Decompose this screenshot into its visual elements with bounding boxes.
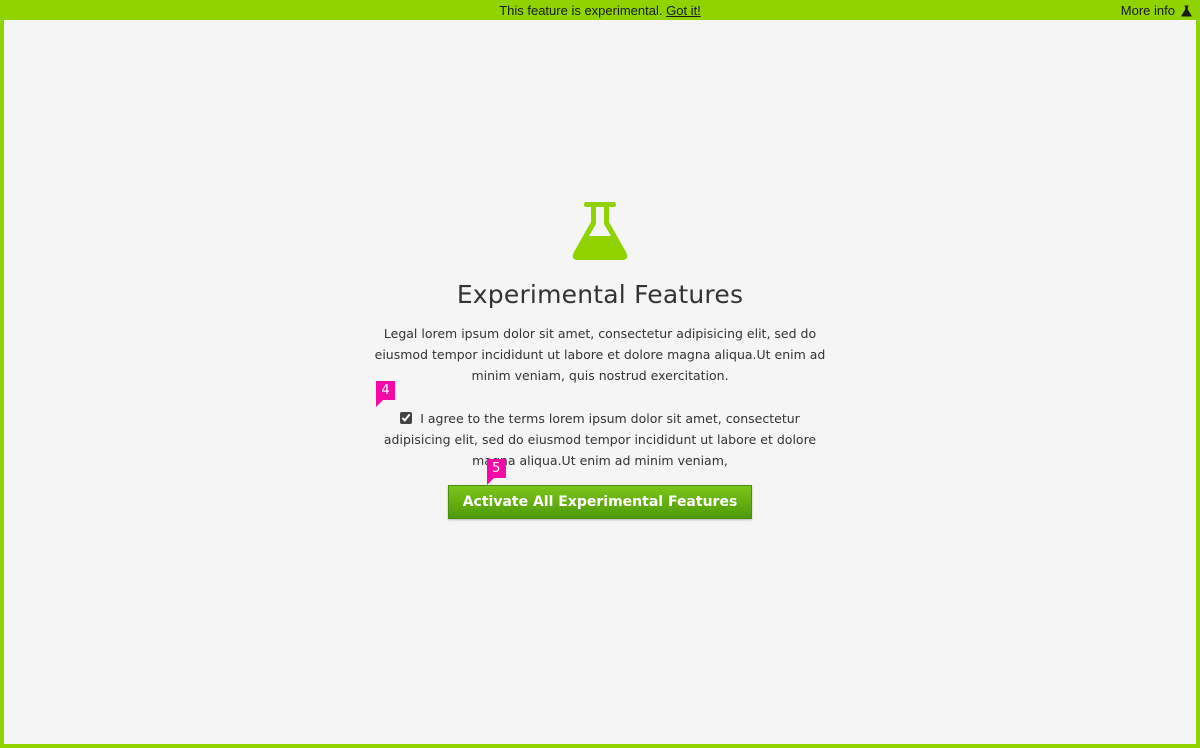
agree-terms-row: 4 I agree to the terms lorem ipsum dolor… bbox=[365, 381, 835, 471]
got-it-link[interactable]: Got it! bbox=[666, 3, 701, 18]
activate-all-button[interactable]: Activate All Experimental Features bbox=[447, 485, 753, 519]
legal-text: Legal lorem ipsum dolor sit amet, consec… bbox=[374, 326, 826, 383]
marker-number: 5 bbox=[492, 461, 501, 476]
annotation-marker-5: 5 bbox=[486, 459, 506, 485]
flask-icon bbox=[1181, 5, 1192, 16]
banner-message-row: This feature is experimental. Got it! bbox=[0, 0, 1200, 21]
flask-icon bbox=[572, 202, 628, 260]
agree-checkbox[interactable] bbox=[400, 412, 413, 424]
annotation-marker-4: 4 bbox=[376, 381, 395, 407]
banner-more-info[interactable]: More info bbox=[1121, 0, 1192, 21]
marker-number: 4 bbox=[381, 383, 390, 398]
agree-label: I agree to the terms lorem ipsum dolor s… bbox=[383, 411, 817, 468]
page-title: Experimental Features bbox=[456, 280, 744, 309]
more-info-link[interactable]: More info bbox=[1121, 0, 1175, 21]
banner-message: This feature is experimental. bbox=[499, 3, 663, 18]
activate-button-wrap: 5 Activate All Experimental Features bbox=[447, 459, 753, 519]
experimental-banner: This feature is experimental. Got it! Mo… bbox=[0, 0, 1200, 20]
main-panel: Experimental Features Legal lorem ipsum … bbox=[0, 200, 1200, 519]
